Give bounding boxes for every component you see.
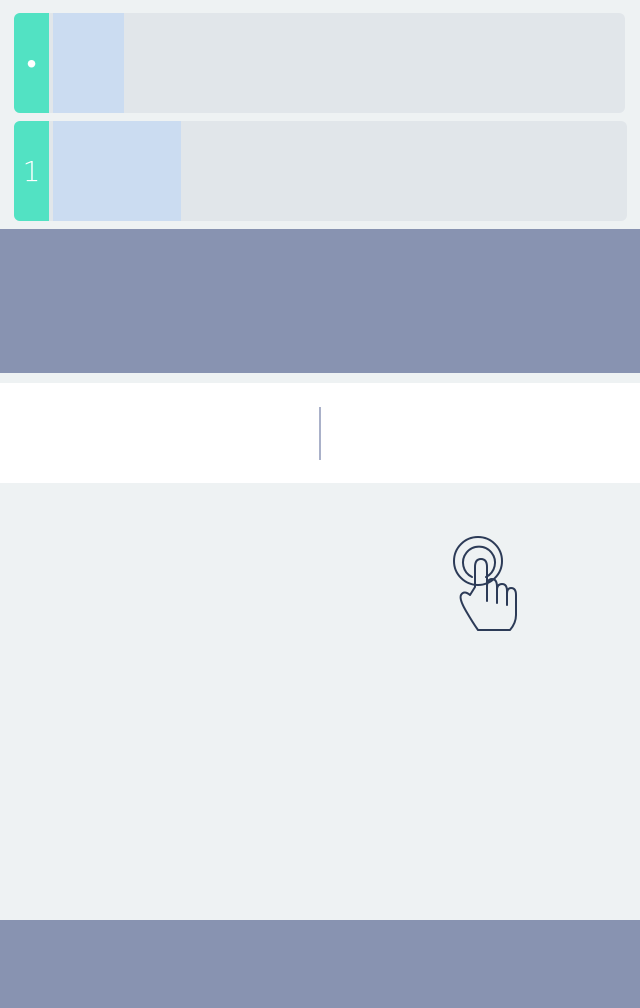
tap-gesture-icon: [450, 535, 520, 633]
card-badge: •: [14, 13, 49, 113]
card-progress-fill: [53, 121, 181, 221]
split-divider: [319, 407, 321, 460]
card-item[interactable]: 1: [14, 121, 627, 221]
card-badge: 1: [14, 121, 49, 221]
bottom-banner: [0, 920, 640, 1008]
top-banner: [0, 229, 640, 373]
card-item[interactable]: •: [14, 13, 625, 113]
card-progress-fill: [53, 13, 124, 113]
split-panel[interactable]: [0, 383, 640, 483]
